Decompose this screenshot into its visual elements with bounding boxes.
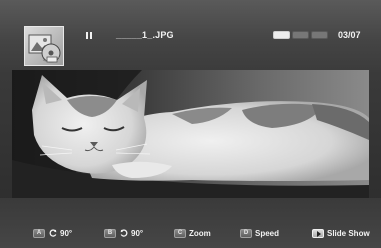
play-icon[interactable] xyxy=(312,228,324,238)
photo-viewer-screen: _____1_.JPG 03/07 A 90° B 90° C Zoom D S… xyxy=(0,0,381,248)
top-info-bar: _____1_.JPG 03/07 xyxy=(0,0,381,70)
pause-icon xyxy=(85,32,93,40)
key-d-button[interactable]: D xyxy=(240,228,252,238)
speed-indicator-2 xyxy=(292,31,309,39)
rotate-left-icon xyxy=(49,229,57,237)
bottom-control-bar: A 90° B 90° C Zoom D Speed Slide Show xyxy=(0,198,381,248)
rotate-left-control[interactable]: A 90° xyxy=(33,228,72,238)
cat-photo xyxy=(12,70,369,198)
rotate-right-label: 90° xyxy=(131,228,144,238)
rotate-right-icon xyxy=(120,229,128,237)
rotate-left-label: 90° xyxy=(60,228,73,238)
zoom-label: Zoom xyxy=(189,228,211,238)
key-c-button[interactable]: C xyxy=(174,228,186,238)
photo-disc-icon xyxy=(24,26,64,66)
key-a-button[interactable]: A xyxy=(33,228,45,238)
speed-control[interactable]: D Speed xyxy=(240,228,279,238)
rotate-right-control[interactable]: B 90° xyxy=(104,228,143,238)
speed-label: Speed xyxy=(255,228,280,238)
file-name: _____1_.JPG xyxy=(116,30,174,40)
speed-indicator-3 xyxy=(311,31,328,39)
slide-show-label: Slide Show xyxy=(327,228,370,238)
page-counter: 03/07 xyxy=(338,30,361,40)
slide-show-control[interactable]: Slide Show xyxy=(312,228,370,238)
speed-indicator-1 xyxy=(273,31,290,39)
key-b-button[interactable]: B xyxy=(104,228,116,238)
speed-indicators xyxy=(273,31,328,40)
zoom-control[interactable]: C Zoom xyxy=(174,228,211,238)
